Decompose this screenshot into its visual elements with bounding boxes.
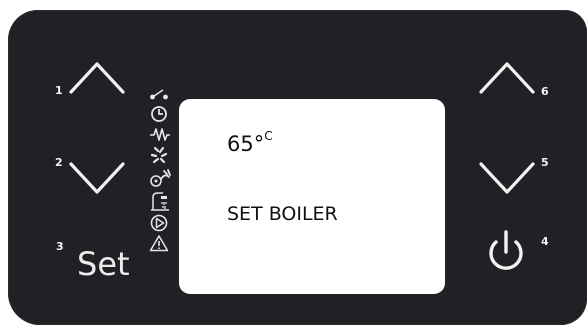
right-down-button[interactable]: [478, 160, 536, 200]
mode-text: SET BOILER: [227, 203, 338, 225]
left-down-button[interactable]: [68, 160, 126, 200]
button-6-number: 6: [541, 85, 549, 98]
power-button[interactable]: [484, 228, 528, 276]
button-4-number: 4: [541, 235, 549, 248]
temperature-readout: 65°C: [227, 129, 273, 156]
clock-icon: [151, 106, 167, 122]
temperature-value: 65°: [227, 132, 265, 156]
switch-icon: [150, 89, 168, 100]
pump-icon: [150, 214, 168, 232]
flame-icon: [150, 146, 168, 164]
chevron-up-icon: [479, 62, 535, 94]
chevron-up-icon: [69, 62, 125, 94]
left-up-button[interactable]: [68, 56, 126, 96]
set-button[interactable]: Set: [77, 248, 130, 280]
heating-icon: [150, 128, 170, 141]
control-panel: 1 2 3 Set 65°C SET BOILER 6 5 4: [8, 10, 587, 325]
right-up-button[interactable]: [478, 56, 536, 96]
power-icon: [489, 230, 523, 270]
lcd-display: 65°C SET BOILER: [179, 99, 445, 294]
temperature-unit: C: [264, 129, 273, 143]
boiler-icon: [150, 169, 171, 187]
shower-icon: [151, 192, 169, 211]
button-5-number: 5: [541, 156, 549, 169]
chevron-down-icon: [69, 162, 125, 194]
button-3-number: 3: [56, 240, 64, 253]
chevron-down-icon: [479, 162, 535, 194]
button-1-number: 1: [55, 84, 63, 97]
warning-icon: [149, 235, 169, 252]
button-2-number: 2: [55, 156, 63, 169]
